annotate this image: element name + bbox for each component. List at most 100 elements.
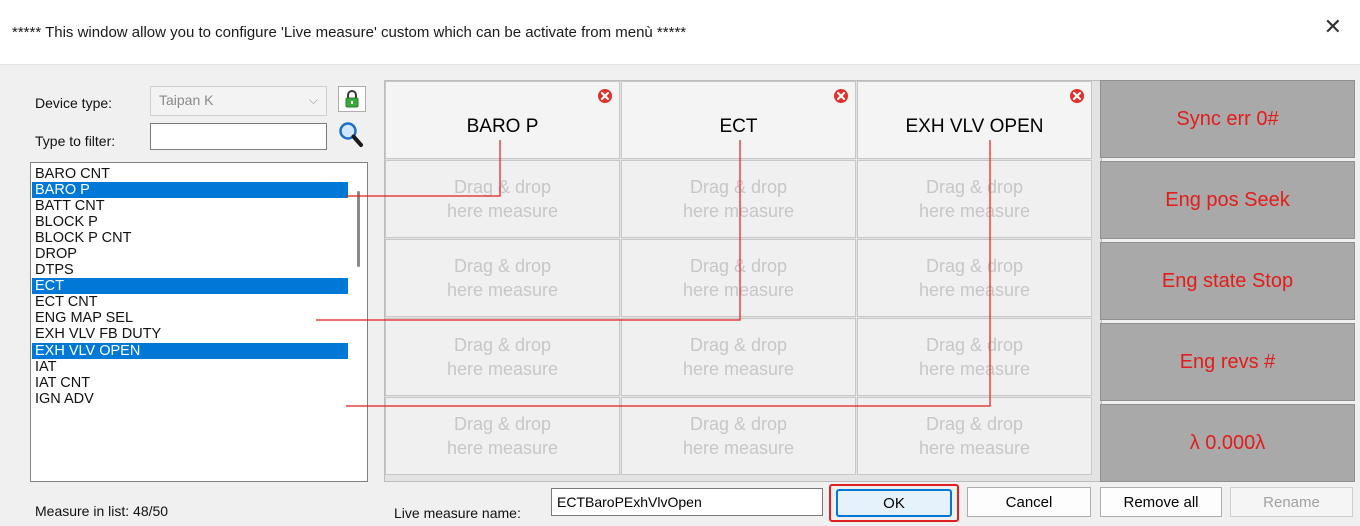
- list-item[interactable]: IAT: [32, 359, 348, 375]
- rename-button[interactable]: Rename: [1230, 487, 1353, 517]
- drop-placeholder: Drag & drop here measure: [919, 175, 1030, 223]
- live-measure-name-label: Live measure name:: [394, 505, 521, 521]
- grid-cell-empty[interactable]: Drag & drop here measure: [621, 160, 856, 238]
- placeholder-line1: Drag & drop: [925, 177, 1024, 197]
- window-title: ***** This window allow you to configure…: [12, 24, 687, 41]
- device-type-value: Taipan K: [159, 92, 214, 108]
- grid-cell-empty[interactable]: Drag & drop here measure: [857, 397, 1092, 475]
- placeholder-line2: here measure: [446, 359, 559, 379]
- grid-cell-empty[interactable]: Drag & drop here measure: [857, 239, 1092, 317]
- search-button[interactable]: [334, 119, 368, 151]
- measure-count: Measure in list: 48/50: [35, 503, 169, 519]
- lock-icon: [345, 90, 359, 108]
- grid-cell-empty[interactable]: Drag & drop here measure: [621, 239, 856, 317]
- list-item[interactable]: BARO P: [32, 182, 348, 199]
- grid-cell-label: EXH VLV OPEN: [905, 116, 1044, 137]
- chevron-down-icon: ⌵: [308, 93, 318, 107]
- drop-placeholder: Drag & drop here measure: [683, 412, 794, 460]
- ok-button-focus-ring: OK: [829, 484, 959, 522]
- drop-placeholder: Drag & drop here measure: [919, 333, 1030, 381]
- placeholder-line2: here measure: [918, 201, 1031, 221]
- placeholder-line1: Drag & drop: [925, 335, 1024, 355]
- grid-cell-empty[interactable]: Drag & drop here measure: [385, 397, 620, 475]
- grid-cell-empty[interactable]: Drag & drop here measure: [385, 160, 620, 238]
- list-item[interactable]: ECT: [32, 278, 348, 295]
- placeholder-line2: here measure: [446, 201, 559, 221]
- search-icon: [339, 122, 363, 147]
- grid-cell-empty[interactable]: Drag & drop here measure: [621, 318, 856, 396]
- grid-cell-empty[interactable]: Drag & drop here measure: [385, 239, 620, 317]
- remove-icon[interactable]: [833, 88, 849, 104]
- status-column: Sync err 0# Eng pos Seek Eng state Stop Eng…: [1100, 80, 1355, 482]
- status-box: Sync err 0#: [1100, 80, 1355, 158]
- list-item[interactable]: DTPS: [32, 262, 348, 278]
- list-item[interactable]: BARO CNT: [32, 166, 348, 182]
- placeholder-line1: Drag & drop: [689, 335, 788, 355]
- remove-all-button[interactable]: Remove all: [1100, 487, 1222, 517]
- filter-label: Type to filter:: [35, 133, 116, 149]
- list-scrollbar[interactable]: [349, 163, 367, 481]
- list-item[interactable]: IGN ADV: [32, 391, 348, 407]
- status-box: λ 0.000λ: [1100, 404, 1355, 482]
- placeholder-line2: here measure: [918, 438, 1031, 458]
- grid-cell-filled[interactable]: ECT: [621, 81, 856, 159]
- filter-input[interactable]: [150, 123, 327, 150]
- drop-placeholder: Drag & drop here measure: [447, 333, 558, 381]
- list-item[interactable]: EXH VLV OPEN: [32, 342, 348, 359]
- cancel-button[interactable]: Cancel: [967, 487, 1091, 517]
- list-item[interactable]: ENG MAP SEL: [32, 310, 348, 326]
- drop-placeholder: Drag & drop here measure: [683, 254, 794, 302]
- drop-placeholder: Drag & drop here measure: [919, 254, 1030, 302]
- drop-placeholder: Drag & drop here measure: [683, 333, 794, 381]
- close-icon[interactable]: ✕: [1324, 16, 1342, 38]
- list-item[interactable]: BLOCK P CNT: [32, 230, 348, 246]
- list-item[interactable]: ECT CNT: [32, 294, 348, 310]
- placeholder-line2: here measure: [446, 438, 559, 458]
- list-item[interactable]: BLOCK P: [32, 214, 348, 230]
- drop-placeholder: Drag & drop here measure: [447, 254, 558, 302]
- grid-cell-empty[interactable]: Drag & drop here measure: [621, 397, 856, 475]
- drop-placeholder: Drag & drop here measure: [447, 175, 558, 223]
- placeholder-line1: Drag & drop: [453, 335, 552, 355]
- placeholder-line1: Drag & drop: [925, 414, 1024, 434]
- grid-cell-label: BARO P: [466, 116, 539, 137]
- lock-button[interactable]: [338, 86, 366, 112]
- ok-button[interactable]: OK: [836, 489, 952, 517]
- placeholder-line2: here measure: [918, 359, 1031, 379]
- placeholder-line2: here measure: [682, 280, 795, 300]
- list-item[interactable]: BATT CNT: [32, 198, 348, 214]
- list-item[interactable]: EXH VLV FB DUTY: [32, 326, 348, 342]
- device-type-label: Device type:: [35, 95, 113, 111]
- placeholder-line1: Drag & drop: [453, 177, 552, 197]
- measure-list-items: BARO CNT BARO P BATT CNT BLOCK P BLOCK P CNT…: [32, 166, 348, 407]
- grid-cell-empty[interactable]: Drag & drop here measure: [857, 160, 1092, 238]
- placeholder-line1: Drag & drop: [689, 177, 788, 197]
- status-box: Eng state Stop: [1100, 242, 1355, 320]
- placeholder-line2: here measure: [446, 280, 559, 300]
- device-type-dropdown[interactable]: Taipan K ⌵: [150, 86, 327, 116]
- list-item[interactable]: DROP: [32, 246, 348, 262]
- measure-list[interactable]: BARO CNT BARO P BATT CNT BLOCK P BLOCK P CNT…: [30, 162, 368, 482]
- live-measure-grid[interactable]: BARO P ECT EXH VLV OPEN Drag & drop here mea…: [384, 80, 1102, 482]
- placeholder-line2: here measure: [918, 280, 1031, 300]
- live-measure-name-input[interactable]: [551, 488, 823, 516]
- placeholder-line2: here measure: [682, 359, 795, 379]
- scrollbar-thumb[interactable]: [357, 191, 360, 267]
- list-item[interactable]: IAT CNT: [32, 375, 348, 391]
- drop-placeholder: Drag & drop here measure: [919, 412, 1030, 460]
- placeholder-line1: Drag & drop: [453, 414, 552, 434]
- grid-cell-empty[interactable]: Drag & drop here measure: [857, 318, 1092, 396]
- placeholder-line1: Drag & drop: [925, 256, 1024, 276]
- title-bar: ***** This window allow you to configure…: [0, 0, 1360, 65]
- grid-cell-empty[interactable]: Drag & drop here measure: [385, 318, 620, 396]
- remove-icon[interactable]: [1069, 88, 1085, 104]
- placeholder-line2: here measure: [682, 438, 795, 458]
- drop-placeholder: Drag & drop here measure: [683, 175, 794, 223]
- grid-cell-filled[interactable]: BARO P: [385, 81, 620, 159]
- placeholder-line2: here measure: [682, 201, 795, 221]
- placeholder-line1: Drag & drop: [453, 256, 552, 276]
- status-box: Eng revs #: [1100, 323, 1355, 401]
- remove-icon[interactable]: [597, 88, 613, 104]
- status-box: Eng pos Seek: [1100, 161, 1355, 239]
- grid-cell-filled[interactable]: EXH VLV OPEN: [857, 81, 1092, 159]
